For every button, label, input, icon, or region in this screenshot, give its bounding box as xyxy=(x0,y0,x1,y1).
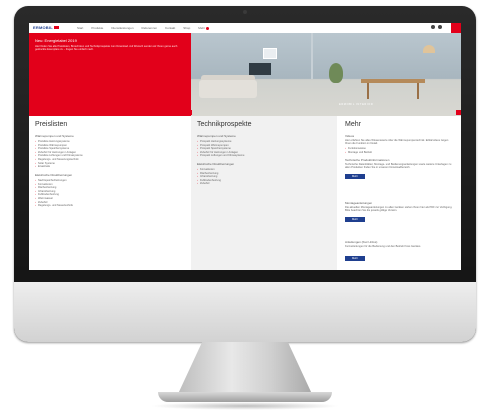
nav-link-mehr-label: Mehr xyxy=(198,26,206,30)
stand-shadow xyxy=(150,402,340,410)
wall-picture xyxy=(263,48,277,59)
nav-link-referenzen[interactable]: Referenzen xyxy=(142,26,158,30)
nav-link-mehr[interactable]: Mehr xyxy=(198,26,210,30)
videos-list: Funktionsweise Montage und Betrieb xyxy=(345,147,372,154)
webcam xyxy=(243,10,247,14)
table-leg xyxy=(417,83,419,99)
technik-title: Technikprospekte xyxy=(197,121,252,128)
anleitungen-button[interactable]: Mehr xyxy=(345,256,365,261)
hero-caption: ERMOBIL INTERIOR xyxy=(339,103,374,106)
column-technikprospekte: Technikprospekte Wärmepumpen und Systeme… xyxy=(191,116,337,270)
tv xyxy=(249,63,271,75)
table-leg xyxy=(367,83,369,99)
sofa xyxy=(199,80,257,98)
wall-edge xyxy=(311,33,313,79)
list-item[interactable]: Ersatzteile xyxy=(35,165,83,169)
montage-text: Die aktuellen Montageanleitungen zu alle… xyxy=(345,206,453,213)
technik-group-1: Wärmepumpen und Systeme xyxy=(197,134,236,138)
column-preislisten: Preislisten Wärmepumpen und Systeme Prei… xyxy=(29,116,191,270)
logo-text: ERMOBIL xyxy=(33,25,53,30)
logo-mark xyxy=(53,26,59,30)
nav-link-dienstleistungen[interactable]: Dienstleistungen xyxy=(111,26,133,30)
hero-title: Neu: Energielabel 2019 xyxy=(35,38,77,43)
nav-links: Start Produkte Dienstleistungen Referenz… xyxy=(77,26,210,30)
preislisten-group-1: Wärmepumpen und Systeme xyxy=(35,134,74,138)
preislisten-list-1: Preisliste Heizungssysteme Preisliste Wä… xyxy=(35,140,83,169)
lamp xyxy=(423,45,435,53)
nav-badge xyxy=(206,26,210,30)
slider-prev-button[interactable] xyxy=(187,110,192,115)
nav-link-produkte[interactable]: Produkte xyxy=(91,26,103,30)
monitor: ERMOBIL Start Produkte Dienstleistungen … xyxy=(14,6,476,342)
nav-icons xyxy=(431,25,442,29)
anleitungen-heading: Anleitungen (Kurz-Infos) xyxy=(345,240,378,244)
produktinfo-text: Technische Datenblätter, Montage- und Be… xyxy=(345,163,452,170)
mehr-title: Mehr xyxy=(345,121,361,128)
hero-text: Hier finden Sie alle Preislisten, Brosch… xyxy=(35,45,178,52)
search-icon[interactable] xyxy=(438,25,442,29)
videos-heading: Videos xyxy=(345,134,355,138)
nav-link-start[interactable]: Start xyxy=(77,26,83,30)
hero-panel: Neu: Energielabel 2019 Hier finden Sie a… xyxy=(29,33,191,116)
list-item[interactable]: Regelungs- und Steuertechnik xyxy=(35,204,73,208)
column-mehr: Mehr Videos Hier erfahren Sie alles Wiss… xyxy=(337,116,461,270)
plant xyxy=(329,63,343,83)
preislisten-group-2: Elektrische Direktheizungen xyxy=(35,173,73,177)
site-logo[interactable]: ERMOBIL xyxy=(33,25,59,30)
preislisten-list-2: Nachtspeicherheizungen Konvektoren Fläch… xyxy=(35,179,73,208)
monitor-base xyxy=(158,392,332,402)
videos-text: Hier erfahren Sie alles Wissenswerte übe… xyxy=(345,139,449,146)
technik-list-2: Konvektoren Flächenheizung Infrarotheizu… xyxy=(197,168,221,186)
list-item[interactable]: Zubehör xyxy=(197,182,221,186)
monitor-chin xyxy=(14,282,476,342)
montage-heading: Montageanleitungen xyxy=(345,201,373,205)
dining-table xyxy=(361,79,425,83)
menu-button[interactable] xyxy=(451,23,461,33)
monitor-stand xyxy=(178,342,312,394)
montage-button[interactable]: Mehr xyxy=(345,217,365,222)
nav-link-kontakt[interactable]: Kontakt xyxy=(165,26,175,30)
anleitungen-text: Kurzanleitungen für die Bedienung und de… xyxy=(345,245,421,248)
preislisten-title: Preislisten xyxy=(35,121,68,128)
produktinfo-button[interactable]: Mehr xyxy=(345,174,365,179)
produktinfo-heading: Technische Produktinformationen xyxy=(345,158,390,162)
list-item[interactable]: Prospekt Lüftungen und Klimasysteme xyxy=(197,154,244,158)
list-item[interactable]: Montage und Betrieb xyxy=(345,151,372,155)
technik-list-1: Prospekt Heizungssysteme Prospekt Wärmep… xyxy=(197,140,244,158)
technik-group-2: Elektrische Direktheizungen xyxy=(197,162,235,166)
user-icon[interactable] xyxy=(431,25,435,29)
nav-link-shop[interactable]: Shop xyxy=(183,26,190,30)
slider-next-button[interactable] xyxy=(456,110,461,115)
hero-image: ERMOBIL INTERIOR xyxy=(191,33,461,116)
screen: ERMOBIL Start Produkte Dienstleistungen … xyxy=(29,23,461,270)
